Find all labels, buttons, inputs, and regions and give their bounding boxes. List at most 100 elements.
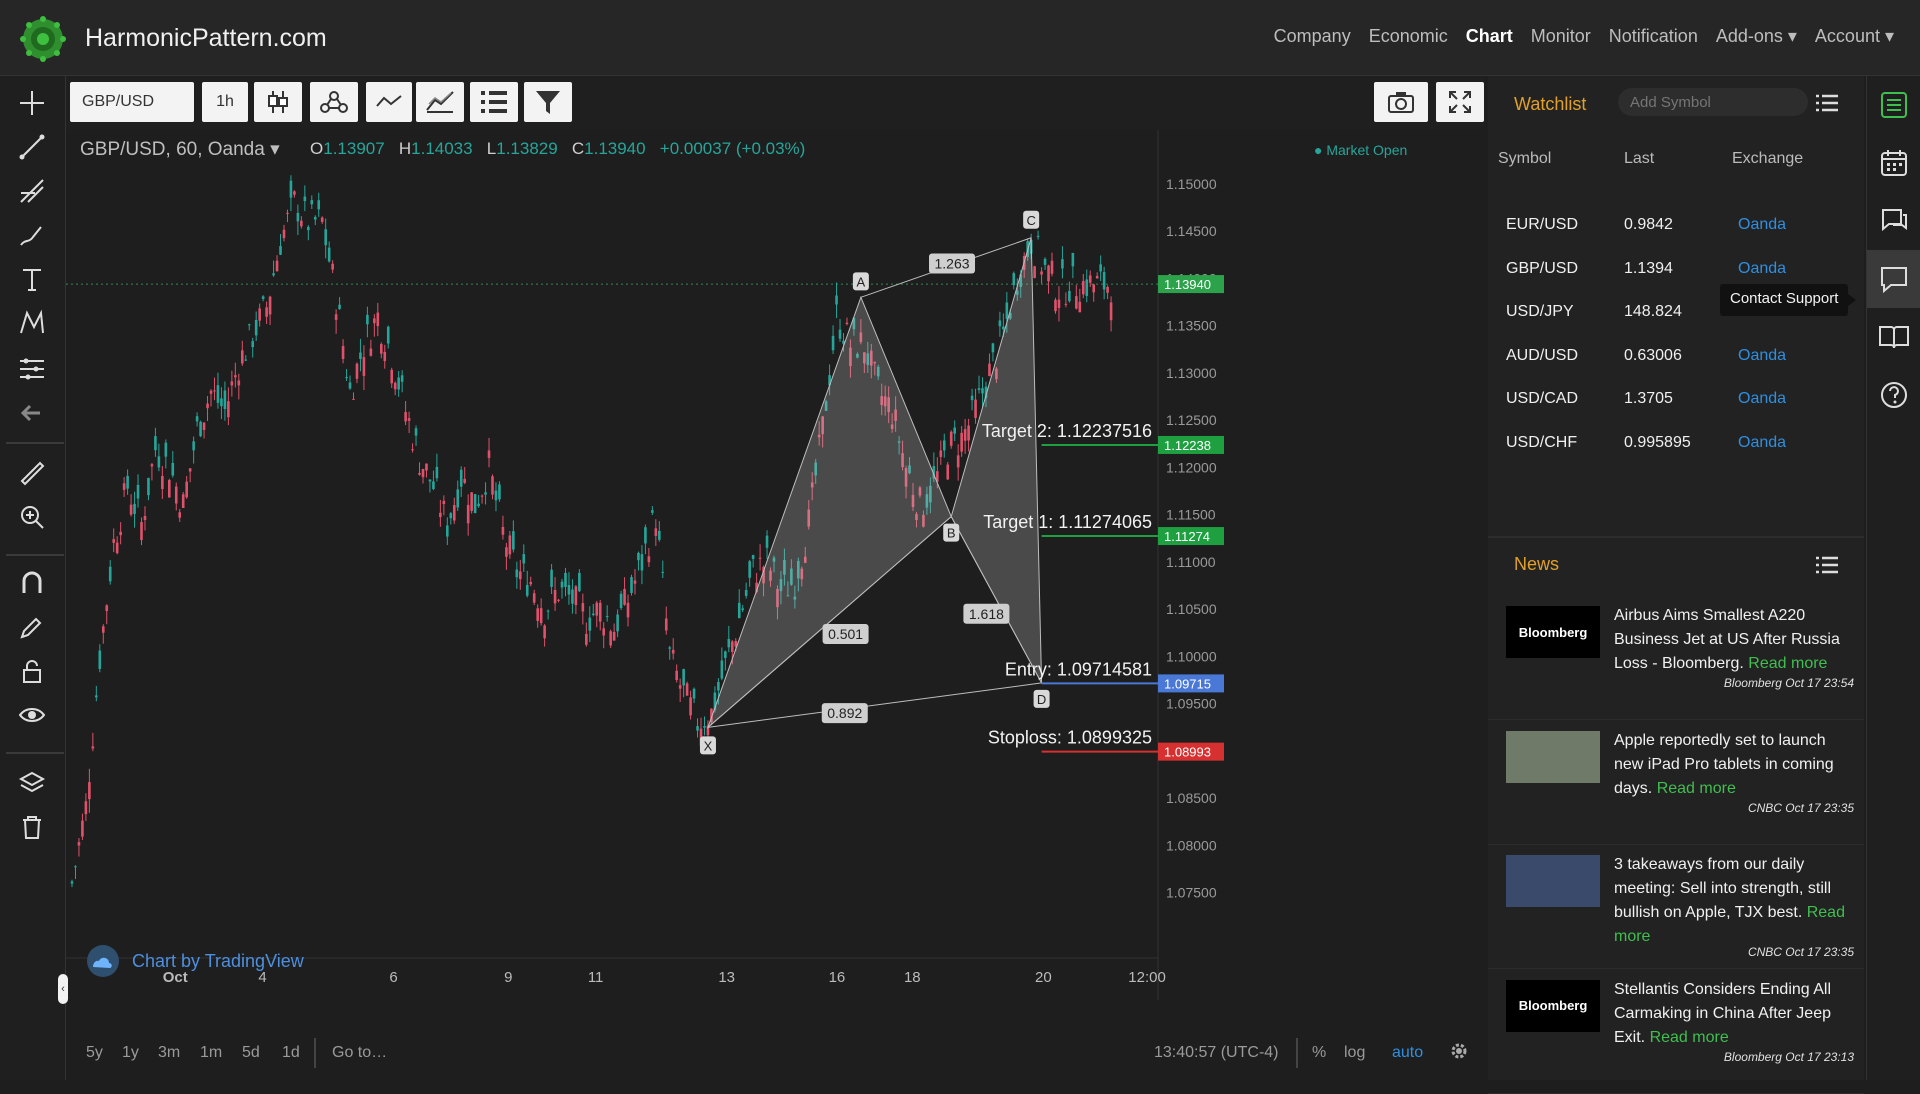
candle-body <box>664 618 668 631</box>
read-more-link[interactable]: Read more <box>1650 1029 1729 1046</box>
text-tool-icon[interactable] <box>15 262 49 296</box>
arrow-back-icon[interactable] <box>15 396 49 430</box>
zoom-in-icon[interactable] <box>15 500 49 534</box>
candle-body <box>359 352 362 359</box>
brand-logo-icon[interactable] <box>20 16 66 62</box>
layers-icon[interactable] <box>15 766 49 800</box>
pattern-tool-icon[interactable] <box>15 306 49 340</box>
nav-item-chart[interactable]: Chart <box>1466 26 1513 47</box>
pencil-lock-icon[interactable] <box>15 610 49 644</box>
nav-item-notification[interactable]: Notification <box>1609 26 1698 47</box>
watchlist-exchange[interactable]: Oanda <box>1738 347 1786 365</box>
news-text[interactable]: Airbus Aims Smallest A220 Business Jet a… <box>1614 604 1852 676</box>
nav-item-economic[interactable]: Economic <box>1369 26 1448 47</box>
trend-line-icon[interactable] <box>15 130 49 164</box>
news-text[interactable]: Stellantis Considers Ending All Carmakin… <box>1614 978 1852 1050</box>
watchlist-exchange[interactable]: Oanda <box>1738 434 1786 452</box>
calendar-icon[interactable] <box>1867 134 1920 192</box>
news-item[interactable]: Bloomberg Airbus Aims Smallest A220 Busin… <box>1488 596 1864 720</box>
candles-icon[interactable] <box>254 82 302 122</box>
add-symbol-input[interactable] <box>1618 88 1808 116</box>
watchlist-row[interactable]: AUD/USD 0.63006 Oanda <box>1488 337 1864 377</box>
news-thumbnail[interactable]: Bloomberg <box>1506 606 1600 658</box>
chart-symbol-title[interactable]: GBP/USD, 60, Oanda ▾ <box>80 138 280 161</box>
candle-body <box>157 456 161 468</box>
news-headline[interactable]: 3 takeaways from our daily meeting: Sell… <box>1614 856 1831 921</box>
range-1d[interactable]: 1d <box>282 1044 300 1062</box>
col-symbol[interactable]: Symbol <box>1498 150 1551 168</box>
watchlist-exchange[interactable]: Oanda <box>1738 216 1786 234</box>
magnet-icon[interactable] <box>15 566 49 600</box>
news-item[interactable]: 3 takeaways from our daily meeting: Sell… <box>1488 845 1864 969</box>
measure-lines-icon[interactable] <box>15 352 49 386</box>
watchlist-menu-icon[interactable] <box>1816 94 1838 112</box>
col-last[interactable]: Last <box>1624 150 1654 168</box>
read-more-link[interactable]: Read more <box>1657 780 1736 797</box>
nav-item-company[interactable]: Company <box>1274 26 1351 47</box>
percent-toggle[interactable]: % <box>1312 1044 1326 1062</box>
col-exchange[interactable]: Exchange <box>1732 150 1803 168</box>
news-item[interactable]: Bloomberg Stellantis Considers Ending All… <box>1488 970 1864 1094</box>
candle-body <box>400 375 404 382</box>
auto-toggle[interactable]: auto <box>1392 1044 1423 1062</box>
settings-gear-icon[interactable] <box>1448 1040 1470 1067</box>
chat-icon[interactable] <box>1867 192 1920 250</box>
camera-icon[interactable] <box>1374 82 1428 122</box>
range-3m[interactable]: 3m <box>158 1044 180 1062</box>
candle-body <box>626 602 630 618</box>
log-toggle[interactable]: log <box>1344 1044 1365 1062</box>
nav-item-account[interactable]: Account ▾ <box>1815 26 1894 47</box>
low-value: 1.13829 <box>496 139 558 158</box>
range-5y[interactable]: 5y <box>86 1044 103 1062</box>
range-5d[interactable]: 5d <box>242 1044 260 1062</box>
candle-body <box>953 427 957 434</box>
news-item[interactable]: Apple reportedly set to launch new iPad … <box>1488 721 1864 845</box>
candle-body <box>578 572 581 592</box>
symbol-search-button[interactable]: GBP/USD <box>70 82 194 122</box>
news-thumbnail[interactable] <box>1506 855 1600 907</box>
nav-item-add-ons[interactable]: Add-ons ▾ <box>1716 26 1797 47</box>
tradingview-badge[interactable]: Chart by TradingView <box>86 944 304 978</box>
news-menu-icon[interactable] <box>1816 556 1838 574</box>
ruler-icon[interactable] <box>15 456 49 490</box>
contact-support-icon[interactable] <box>1867 250 1920 308</box>
help-icon[interactable] <box>1867 366 1920 424</box>
watchlist-row[interactable]: USD/CAD 1.3705 Oanda <box>1488 380 1864 420</box>
nav-item-monitor[interactable]: Monitor <box>1531 26 1591 47</box>
eye-icon[interactable] <box>15 698 49 732</box>
watchlist-exchange[interactable]: Oanda <box>1738 260 1786 278</box>
news-text[interactable]: Apple reportedly set to launch new iPad … <box>1614 729 1852 801</box>
read-more-link[interactable]: Read more <box>1748 655 1827 672</box>
watchlist-exchange[interactable]: Oanda <box>1738 390 1786 408</box>
filter-icon[interactable] <box>524 82 572 122</box>
lock-icon[interactable] <box>15 654 49 688</box>
fib-tool-icon[interactable] <box>15 174 49 208</box>
news-text[interactable]: 3 takeaways from our daily meeting: Sell… <box>1614 853 1852 949</box>
trash-icon[interactable] <box>15 810 49 844</box>
brand-name[interactable]: HarmonicPattern.com <box>85 24 327 53</box>
candle-body <box>265 307 268 317</box>
range-1y[interactable]: 1y <box>122 1044 139 1062</box>
interval-button[interactable]: 1h <box>202 82 248 122</box>
news-thumbnail[interactable] <box>1506 730 1600 783</box>
candle-body <box>595 602 599 616</box>
watchlist-panel-icon[interactable] <box>1867 76 1920 134</box>
brush-icon[interactable] <box>15 218 49 252</box>
list-icon[interactable] <box>470 82 518 122</box>
watchlist-row[interactable]: EUR/USD 0.9842 Oanda <box>1488 206 1864 246</box>
news-thumbnail[interactable]: Bloomberg <box>1506 979 1600 1032</box>
templates-icon[interactable] <box>416 82 464 122</box>
range-1m[interactable]: 1m <box>200 1044 222 1062</box>
compare-icon[interactable] <box>366 82 412 122</box>
price-chart[interactable]: 1.150001.145001.140001.135001.130001.125… <box>66 130 1418 1000</box>
book-icon[interactable] <box>1867 308 1920 366</box>
candle-body <box>949 431 953 446</box>
goto-button[interactable]: Go to… <box>332 1044 387 1062</box>
candle-body <box>272 273 275 276</box>
collapse-handle[interactable]: ‹ <box>58 974 68 1004</box>
watchlist-row[interactable]: USD/CHF 0.995895 Oanda <box>1488 424 1864 464</box>
candle-body <box>1088 275 1092 283</box>
indicators-icon[interactable] <box>310 82 358 122</box>
crosshair-icon[interactable] <box>15 86 49 120</box>
fullscreen-icon[interactable] <box>1436 82 1484 122</box>
